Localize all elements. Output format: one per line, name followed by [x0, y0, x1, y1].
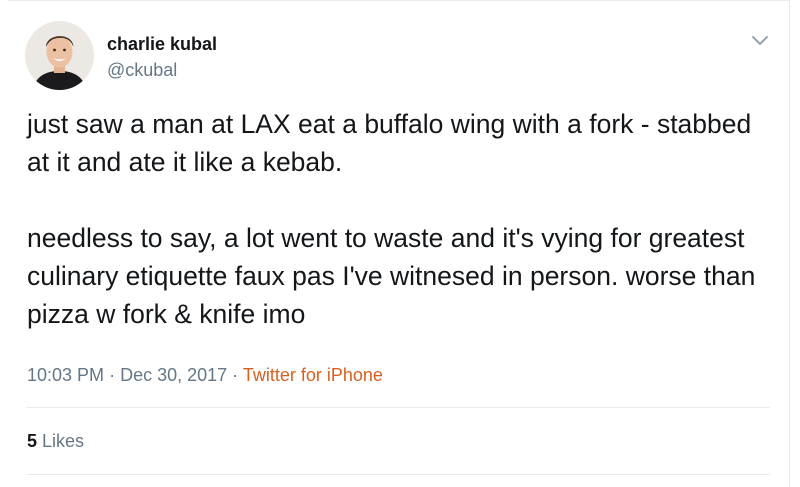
- chevron-down-icon[interactable]: [748, 28, 772, 52]
- meta-separator: ·: [109, 365, 116, 385]
- display-name[interactable]: charlie kubal: [107, 33, 217, 55]
- tweet-source-link[interactable]: Twitter for iPhone: [243, 365, 383, 385]
- tweet-metadata: 10:03 PM · Dec 30, 2017 · Twitter for iP…: [27, 363, 383, 387]
- top-border: [8, 0, 790, 1]
- tweet-card: charlie kubal @ckubal just saw a man at …: [0, 0, 790, 487]
- tweet-text: just saw a man at LAX eat a buffalo wing…: [27, 109, 756, 329]
- likes-stat[interactable]: 5 Likes: [27, 429, 84, 453]
- likes-count: 5: [27, 431, 38, 451]
- meta-separator: ·: [232, 365, 239, 385]
- divider: [27, 407, 770, 408]
- divider: [27, 474, 770, 475]
- likes-label: Likes: [42, 431, 85, 451]
- tweet-date[interactable]: Dec 30, 2017: [120, 365, 227, 385]
- avatar[interactable]: [25, 21, 94, 90]
- tweet-time[interactable]: 10:03 PM: [27, 365, 104, 385]
- username-handle[interactable]: @ckubal: [107, 59, 177, 81]
